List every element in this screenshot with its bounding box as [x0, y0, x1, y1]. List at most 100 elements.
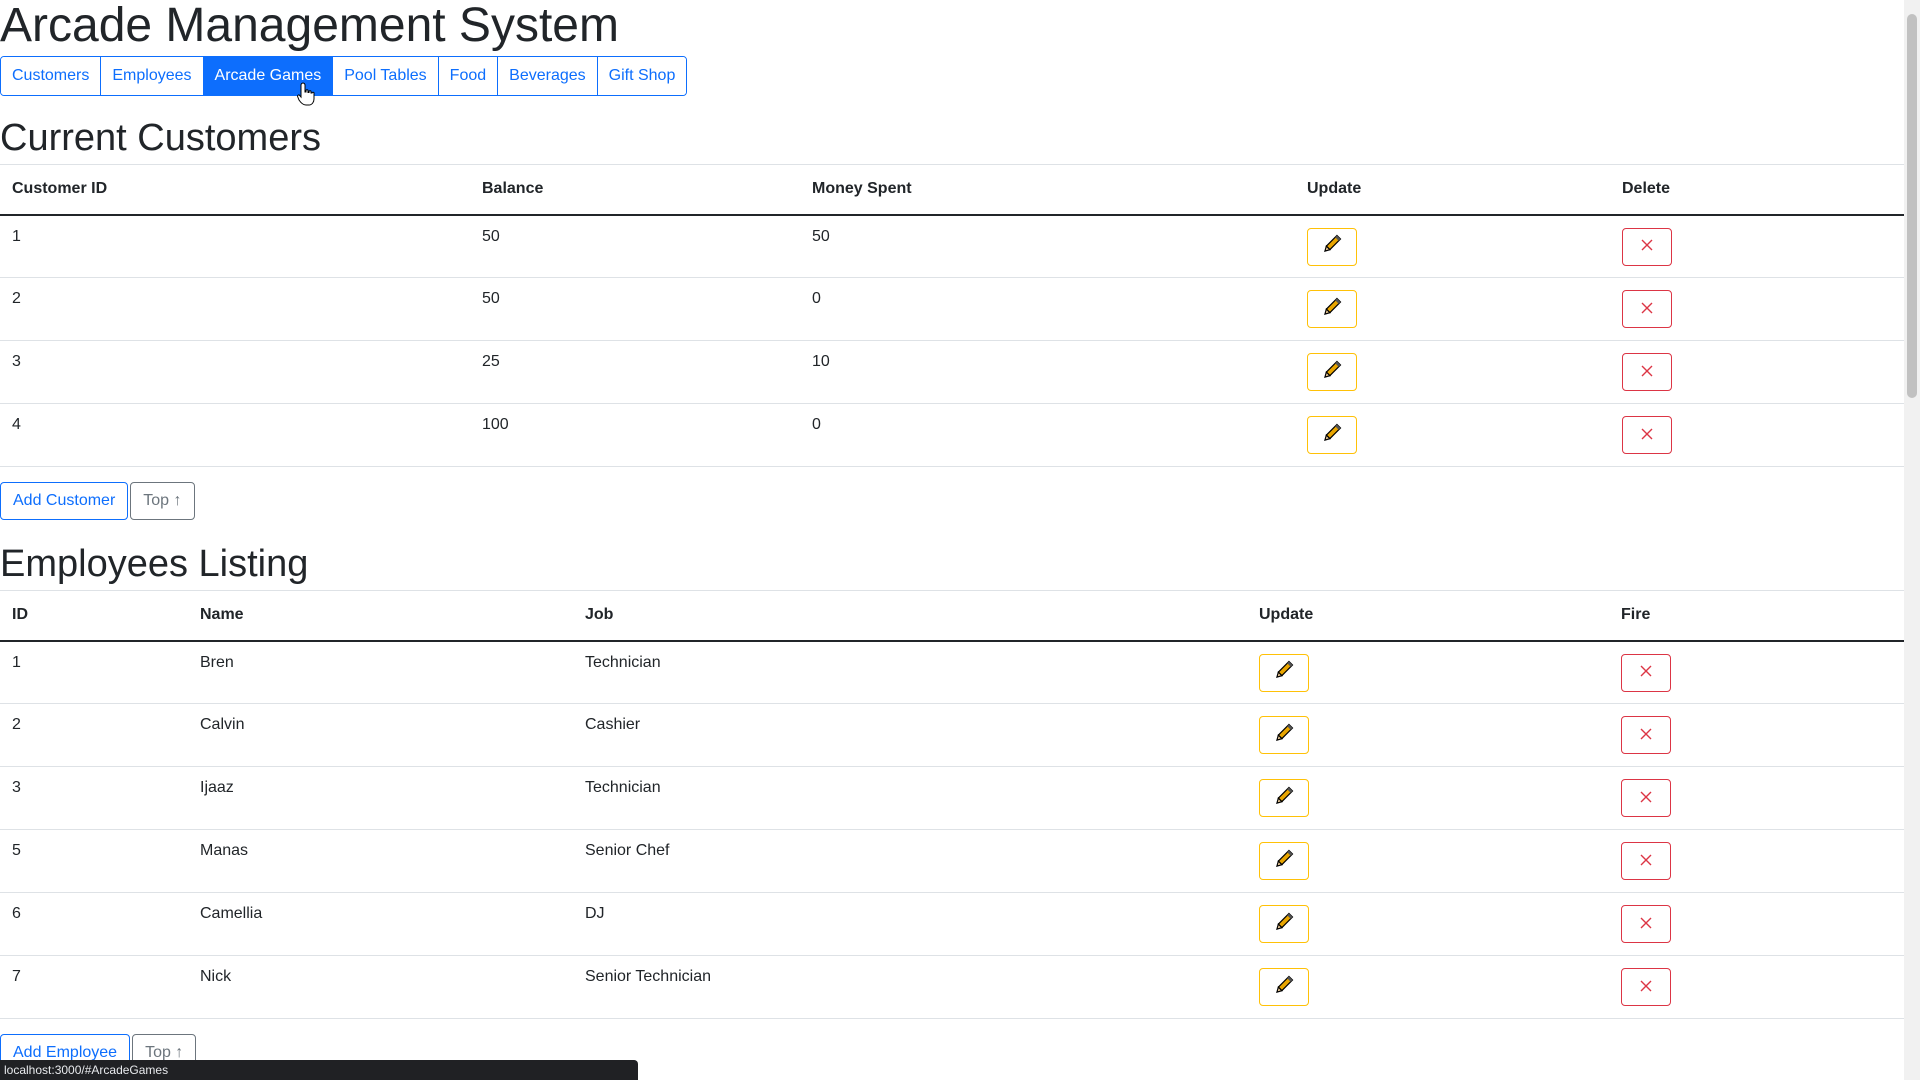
customer-edit-button[interactable] — [1307, 353, 1357, 391]
col-balance: Balance — [470, 164, 800, 216]
customer-edit-button[interactable] — [1307, 290, 1357, 328]
employee-delete-button[interactable] — [1621, 716, 1671, 754]
pencil-icon — [1321, 233, 1343, 260]
close-icon — [1639, 724, 1653, 747]
delete-cell — [1610, 403, 1904, 467]
col-update: Update — [1295, 164, 1610, 216]
close-icon — [1639, 976, 1653, 999]
employee-edit-button[interactable] — [1259, 842, 1309, 880]
employee-edit-button[interactable] — [1259, 716, 1309, 754]
employee-edit-button[interactable] — [1259, 653, 1309, 692]
employee-job-cell: Senior Technician — [573, 955, 1247, 1019]
col-id: ID — [0, 590, 188, 642]
employee-delete-button[interactable] — [1621, 653, 1671, 692]
balance-cell: 25 — [470, 340, 800, 404]
balance-cell: 50 — [470, 277, 800, 341]
top-button[interactable]: Top ↑ — [130, 482, 195, 520]
pencil-icon — [1273, 911, 1295, 938]
money-spent-cell: 0 — [800, 403, 1295, 467]
tab-customers[interactable]: Customers — [1, 57, 101, 95]
tab-food[interactable]: Food — [437, 57, 498, 95]
customer-edit-button[interactable] — [1307, 416, 1357, 454]
customers-table: Customer ID Balance Money Spent Update D… — [0, 164, 1904, 467]
close-icon — [1639, 913, 1653, 936]
employee-delete-button[interactable] — [1621, 905, 1671, 943]
employee-id-cell: 7 — [0, 955, 188, 1019]
employee-name-cell: Calvin — [188, 703, 573, 767]
money-spent-cell: 50 — [800, 214, 1295, 278]
employee-name-cell: Manas — [188, 829, 573, 893]
table-row: 2 Calvin Cashier — [0, 703, 1904, 767]
tab-gift-shop[interactable]: Gift Shop — [596, 57, 687, 95]
customer-delete-button[interactable] — [1622, 353, 1672, 391]
status-bar-url: localhost:3000/#ArcadeGames — [0, 1060, 638, 1080]
employee-delete-button[interactable] — [1621, 968, 1671, 1006]
table-row: 3 25 10 — [0, 340, 1904, 404]
add-customer-button[interactable]: Add Customer — [0, 482, 129, 520]
update-cell — [1295, 403, 1610, 467]
employees-title: Employees Listing — [0, 543, 309, 585]
col-delete: Delete — [1610, 164, 1904, 216]
customer-id-cell: 1 — [0, 214, 470, 278]
employee-edit-button[interactable] — [1259, 905, 1309, 943]
employee-id-cell: 5 — [0, 829, 188, 893]
table-row: 1 Bren Technician — [0, 640, 1904, 704]
pencil-icon — [1321, 296, 1343, 323]
delete-cell — [1610, 340, 1904, 404]
update-cell — [1247, 892, 1609, 956]
employee-id-cell: 6 — [0, 892, 188, 956]
employee-job-cell: DJ — [573, 892, 1247, 956]
scrollbar-thumb[interactable] — [1907, 14, 1917, 398]
table-row: 4 100 0 — [0, 403, 1904, 467]
employee-job-cell: Senior Chef — [573, 829, 1247, 893]
pencil-icon — [1321, 422, 1343, 449]
update-cell — [1247, 955, 1609, 1019]
employee-delete-button[interactable] — [1621, 779, 1671, 817]
employee-edit-button[interactable] — [1259, 779, 1309, 817]
app-title: Arcade Management System — [0, 0, 619, 52]
table-row: 5 Manas Senior Chef — [0, 829, 1904, 893]
customer-edit-button[interactable] — [1307, 227, 1357, 266]
delete-cell — [1609, 703, 1904, 767]
employees-header-row: ID Name Job Update Fire — [0, 590, 1904, 642]
pencil-icon — [1321, 359, 1343, 386]
employee-edit-button[interactable] — [1259, 968, 1309, 1006]
delete-cell — [1609, 640, 1904, 704]
employee-id-cell: 3 — [0, 766, 188, 830]
delete-cell — [1609, 892, 1904, 956]
customers-actions: Add Customer Top ↑ — [0, 482, 195, 520]
customers-header-row: Customer ID Balance Money Spent Update D… — [0, 164, 1904, 216]
delete-cell — [1609, 955, 1904, 1019]
col-money-spent: Money Spent — [800, 164, 1295, 216]
page: Arcade Management System Customers Employ… — [0, 0, 1904, 1080]
col-name: Name — [188, 590, 573, 642]
table-row: 3 Ijaaz Technician — [0, 766, 1904, 830]
col-update: Update — [1247, 590, 1609, 642]
customer-delete-button[interactable] — [1622, 416, 1672, 454]
tab-pool-tables[interactable]: Pool Tables — [332, 57, 438, 95]
customers-title: Current Customers — [0, 117, 321, 159]
employee-delete-button[interactable] — [1621, 842, 1671, 880]
tab-beverages[interactable]: Beverages — [497, 57, 597, 95]
customer-id-cell: 4 — [0, 403, 470, 467]
customer-delete-button[interactable] — [1622, 290, 1672, 328]
money-spent-cell: 10 — [800, 340, 1295, 404]
employee-name-cell: Ijaaz — [188, 766, 573, 830]
customer-delete-button[interactable] — [1622, 227, 1672, 266]
employee-job-cell: Cashier — [573, 703, 1247, 767]
hand-pointer-icon — [297, 82, 315, 106]
col-fire: Fire — [1609, 590, 1904, 642]
pencil-icon — [1273, 974, 1295, 1001]
nav-tabs: Customers Employees Arcade Games Pool Table… — [0, 56, 688, 96]
close-icon — [1639, 850, 1653, 873]
table-row: 2 50 0 — [0, 277, 1904, 341]
close-icon — [1639, 661, 1653, 684]
delete-cell — [1609, 829, 1904, 893]
table-row: 1 50 50 — [0, 214, 1904, 278]
update-cell — [1247, 829, 1609, 893]
employee-job-cell: Technician — [573, 640, 1247, 704]
tab-employees[interactable]: Employees — [100, 57, 203, 95]
close-icon — [1640, 424, 1654, 447]
vertical-scrollbar[interactable] — [1904, 0, 1920, 1080]
employee-job-cell: Technician — [573, 766, 1247, 830]
